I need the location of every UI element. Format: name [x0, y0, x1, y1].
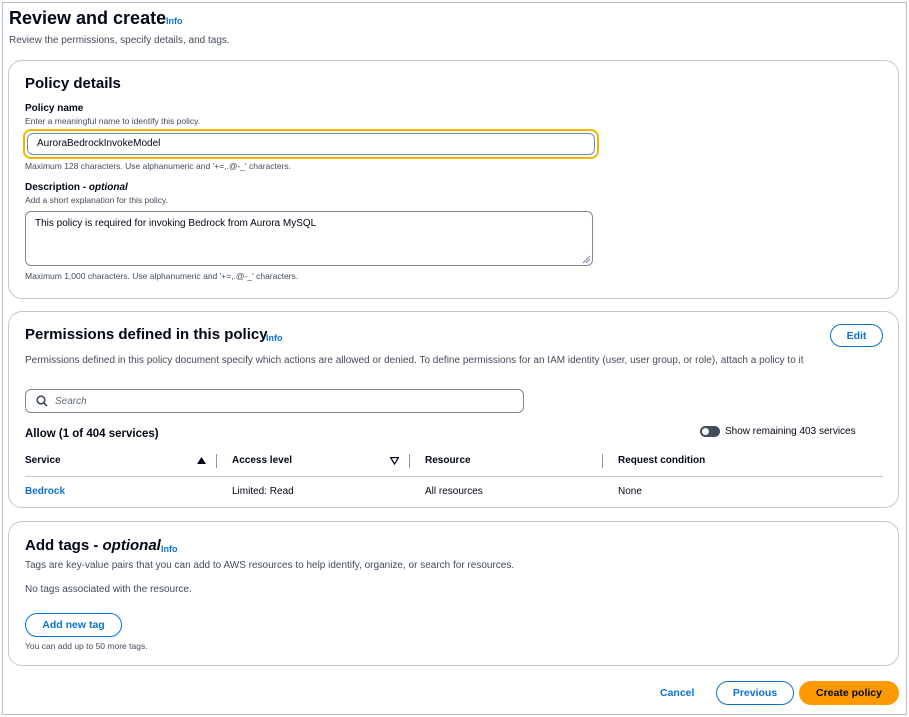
- column-divider: [216, 454, 217, 468]
- cancel-button[interactable]: Cancel: [660, 687, 694, 699]
- permissions-heading: Permissions defined in this policy: [25, 326, 268, 343]
- service-link-bedrock[interactable]: Bedrock: [25, 486, 65, 497]
- table-header-divider: [25, 476, 883, 477]
- access-level-cell: Limited: Read: [232, 486, 294, 497]
- tags-info-link[interactable]: Info: [161, 544, 178, 554]
- policy-name-input[interactable]: AuroraBedrockInvokeModel: [27, 133, 595, 155]
- policy-details-heading: Policy details: [25, 75, 121, 92]
- toggle-label: Show remaining 403 services: [725, 426, 856, 437]
- add-new-tag-button[interactable]: Add new tag: [25, 613, 122, 637]
- tags-empty-text: No tags associated with the resource.: [25, 584, 192, 595]
- column-divider: [409, 454, 410, 468]
- tags-limit-text: You can add up to 50 more tags.: [25, 641, 148, 651]
- column-service[interactable]: Service: [25, 455, 61, 466]
- sort-descending-icon[interactable]: [389, 456, 400, 468]
- search-input[interactable]: Search: [25, 389, 524, 413]
- description-optional: optional: [88, 182, 128, 193]
- allow-label: Allow (1 of 404 services): [25, 428, 159, 440]
- policy-name-constraint: Maximum 128 characters. Use alphanumeric…: [25, 161, 292, 171]
- column-request-condition[interactable]: Request condition: [618, 455, 705, 466]
- sort-ascending-icon[interactable]: [197, 457, 206, 468]
- policy-name-hint: Enter a meaningful name to identify this…: [25, 116, 201, 126]
- create-policy-button[interactable]: Create policy: [799, 681, 899, 705]
- policy-details-panel: Policy details Policy name Enter a meani…: [8, 60, 899, 299]
- tags-heading-optional: optional: [102, 537, 161, 554]
- policy-name-label: Policy name: [25, 103, 84, 114]
- description-textarea[interactable]: This policy is required for invoking Bed…: [25, 211, 593, 266]
- search-placeholder: Search: [55, 395, 87, 407]
- column-resource[interactable]: Resource: [425, 455, 471, 466]
- description-hint: Add a short explanation for this policy.: [25, 195, 169, 205]
- description-label: Description - optional: [25, 182, 128, 193]
- resource-cell: All resources: [425, 486, 483, 497]
- tags-heading-text: Add tags -: [25, 537, 103, 554]
- previous-button[interactable]: Previous: [716, 681, 794, 705]
- page-info-link[interactable]: Info: [166, 16, 183, 26]
- permissions-panel: Permissions defined in this policy Info …: [8, 311, 899, 508]
- page-title: Review and create: [9, 8, 167, 28]
- description-constraint: Maximum 1,000 characters. Use alphanumer…: [25, 271, 299, 281]
- search-icon: [36, 395, 48, 407]
- page-subtitle: Review the permissions, specify details,…: [9, 35, 230, 46]
- permissions-description: Permissions defined in this policy docum…: [25, 355, 804, 366]
- page-frame: Review and create Info Review the permis…: [2, 2, 907, 715]
- tags-heading: Add tags - optional: [25, 537, 161, 554]
- tags-description: Tags are key-value pairs that you can ad…: [25, 560, 515, 571]
- resize-handle-icon[interactable]: [581, 254, 591, 264]
- edit-button[interactable]: Edit: [830, 324, 883, 347]
- show-remaining-toggle[interactable]: [700, 426, 720, 437]
- permissions-info-link[interactable]: Info: [266, 333, 283, 343]
- condition-cell: None: [618, 486, 642, 497]
- tags-panel: Add tags - optional Info Tags are key-va…: [8, 521, 899, 666]
- column-access-level[interactable]: Access level: [232, 455, 292, 466]
- column-divider: [602, 454, 603, 468]
- description-label-text: Description -: [25, 182, 89, 193]
